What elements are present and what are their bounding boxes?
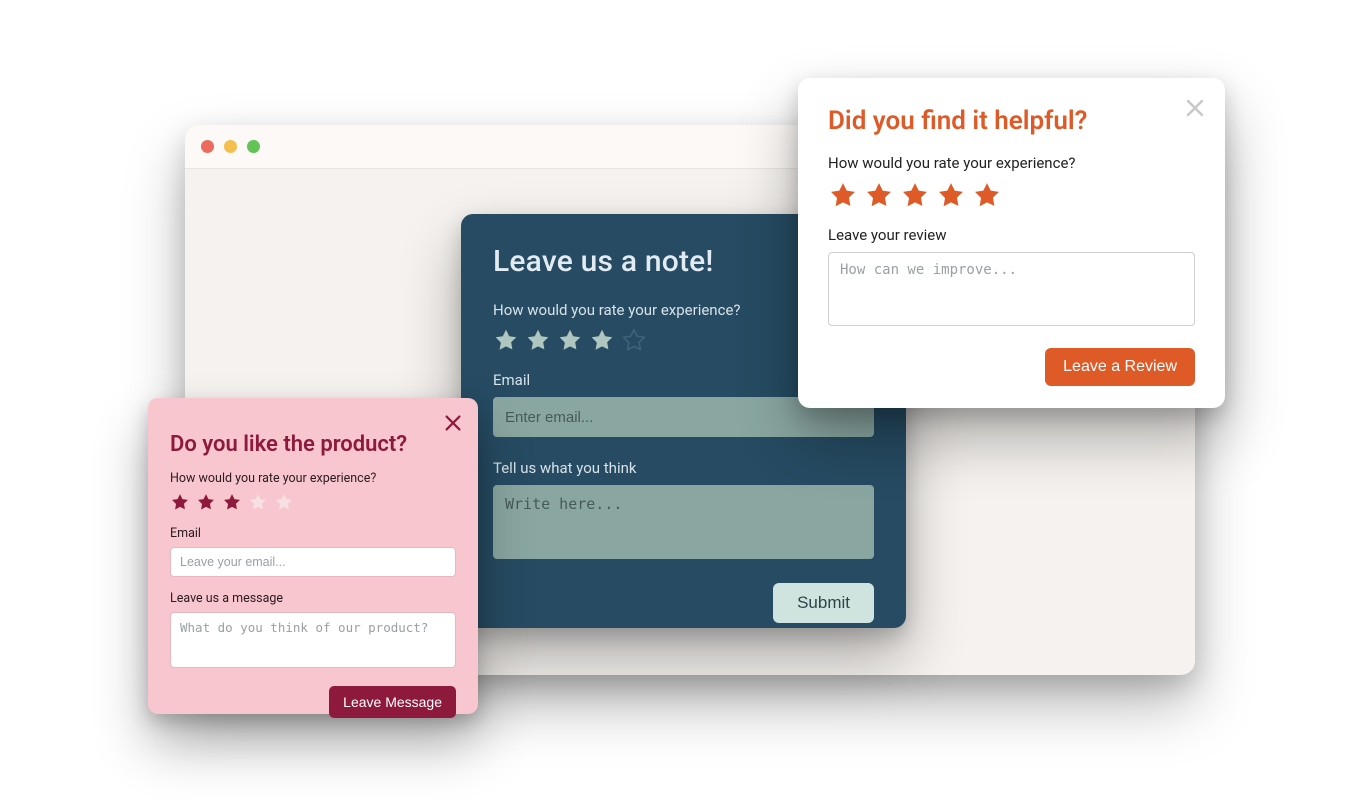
white-rating-label: How would you rate your experience? xyxy=(828,154,1195,172)
star-icon[interactable] xyxy=(493,327,519,353)
feedback-card-pink: Do you like the product? How would you r… xyxy=(148,398,478,714)
white-submit-button[interactable]: Leave a Review xyxy=(1045,348,1195,386)
star-icon[interactable] xyxy=(589,327,615,353)
window-zoom-dot[interactable] xyxy=(247,140,260,153)
star-icon[interactable] xyxy=(557,327,583,353)
star-icon[interactable] xyxy=(828,180,858,210)
star-icon[interactable] xyxy=(900,180,930,210)
pink-message-label: Leave us a message xyxy=(170,591,456,606)
feedback-card-white: Did you find it helpful? How would you r… xyxy=(798,78,1225,408)
window-minimize-dot[interactable] xyxy=(224,140,237,153)
star-icon[interactable] xyxy=(170,492,190,512)
close-icon[interactable] xyxy=(1183,96,1207,120)
star-icon[interactable] xyxy=(274,492,294,512)
star-icon[interactable] xyxy=(196,492,216,512)
pink-message-textarea[interactable] xyxy=(170,612,456,668)
white-review-label: Leave your review xyxy=(828,226,1195,244)
pink-rating-label: How would you rate your experience? xyxy=(170,471,456,486)
white-title: Did you find it helpful? xyxy=(828,106,1195,136)
star-icon[interactable] xyxy=(222,492,242,512)
pink-title: Do you like the product? xyxy=(170,432,456,457)
star-icon[interactable] xyxy=(972,180,1002,210)
star-icon[interactable] xyxy=(525,327,551,353)
window-close-dot[interactable] xyxy=(201,140,214,153)
white-review-textarea[interactable] xyxy=(828,252,1195,326)
pink-email-input[interactable] xyxy=(170,547,456,577)
navy-submit-button[interactable]: Submit xyxy=(773,583,874,623)
pink-star-rating[interactable] xyxy=(170,492,456,512)
white-star-rating[interactable] xyxy=(828,180,1195,210)
star-icon[interactable] xyxy=(621,327,647,353)
star-icon[interactable] xyxy=(248,492,268,512)
traffic-lights xyxy=(201,140,260,153)
pink-submit-button[interactable]: Leave Message xyxy=(329,686,456,718)
close-icon[interactable] xyxy=(442,412,464,434)
star-icon[interactable] xyxy=(936,180,966,210)
star-icon[interactable] xyxy=(864,180,894,210)
pink-email-label: Email xyxy=(170,526,456,541)
navy-message-label: Tell us what you think xyxy=(493,459,874,477)
navy-message-textarea[interactable] xyxy=(493,485,874,559)
